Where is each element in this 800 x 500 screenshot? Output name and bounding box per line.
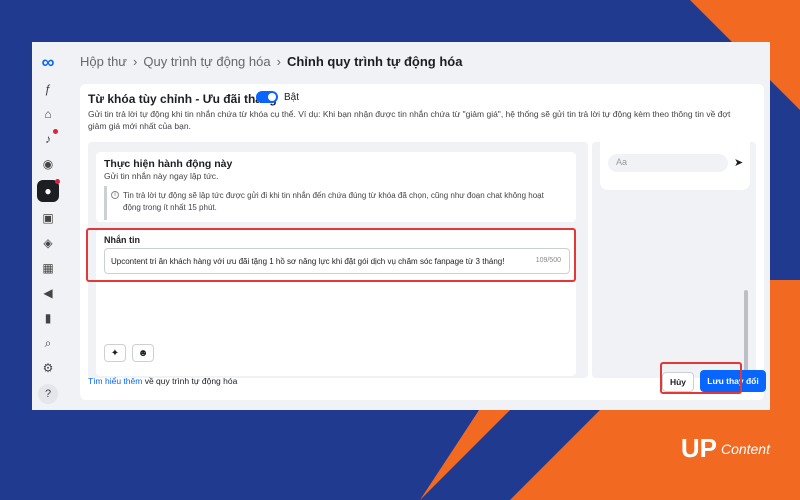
footer-learn-more: Tìm hiểu thêm về quy trình tự động hóa <box>88 376 237 386</box>
save-highlight-box <box>660 362 742 394</box>
chevron-right-icon: › <box>276 54 281 69</box>
toggle-label: Bật <box>284 92 300 103</box>
bell-icon[interactable]: ♪ <box>39 129 58 148</box>
megaphone-icon[interactable]: ◀ <box>39 284 57 302</box>
emoji-button[interactable]: ☻ <box>132 344 154 362</box>
breadcrumb-automation[interactable]: Quy trình tự động hóa <box>143 54 270 69</box>
breadcrumb-inbox[interactable]: Hộp thư <box>80 54 127 69</box>
send-icon[interactable]: ➤ <box>734 156 743 169</box>
pages-icon[interactable]: ▣ <box>39 209 57 227</box>
preview-composer: Aa ➤ <box>600 142 750 190</box>
action-subtitle: Gửi tin nhắn này ngay lập tức. <box>104 171 219 181</box>
preview-input[interactable]: Aa <box>608 154 728 172</box>
scrollbar[interactable] <box>744 290 748 372</box>
brand-text: Content <box>720 440 770 457</box>
brand-logo: UP Content <box>681 433 770 464</box>
page-title: Chỉnh quy trình tự động hóa <box>286 54 463 69</box>
notification-dot <box>53 129 58 134</box>
left-nav: ∞ ƒ ⌂ ♪ ◉ ● ▣ ◈ ▦ ◀ ▮ ⌕ ⚙ ? <box>32 42 64 410</box>
grid-icon[interactable]: ▦ <box>39 259 57 277</box>
info-box: i Tin trả lời tự động sẽ lập tức được gử… <box>104 186 566 220</box>
messenger-icon[interactable]: ● <box>37 179 60 202</box>
action-title: Thực hiện hành động này <box>104 158 233 170</box>
info-icon: i <box>111 191 119 199</box>
meta-logo-icon[interactable]: ∞ <box>42 52 55 73</box>
learn-more-link[interactable]: Tìm hiểu thêm <box>88 376 142 386</box>
sparkle-button[interactable]: ✦ <box>104 344 126 362</box>
help-icon[interactable]: ? <box>38 384 58 404</box>
message-preview: Aa ➤ <box>592 142 756 378</box>
settings-icon[interactable]: ⚙ <box>39 359 57 377</box>
action-card: Thực hiện hành động này Gửi tin nhắn này… <box>96 152 576 222</box>
notification-dot <box>55 179 60 184</box>
home-icon[interactable]: ⌂ <box>39 105 57 123</box>
brand-mark: UP <box>680 433 717 463</box>
search-icon[interactable]: ⌕ <box>39 334 57 352</box>
enable-toggle[interactable] <box>256 91 278 103</box>
keyword-title: Từ khóa tùy chỉnh - Ưu đãi tháng <box>88 92 277 106</box>
facebook-icon[interactable]: ƒ <box>39 80 57 98</box>
compass-icon[interactable]: ◉ <box>39 155 57 173</box>
info-text: Tin trả lời tự động sẽ lập tức được gửi … <box>123 191 544 212</box>
ads-icon[interactable]: ◈ <box>39 234 57 252</box>
insights-icon[interactable]: ▮ <box>39 309 57 327</box>
emoji-icon: ☻ <box>137 347 149 359</box>
app-window: ∞ ƒ ⌂ ♪ ◉ ● ▣ ◈ ▦ ◀ ▮ ⌕ ⚙ ? Hộp thư › Qu… <box>32 42 770 410</box>
chevron-right-icon: › <box>133 54 138 69</box>
learn-more-rest: về quy trình tự động hóa <box>142 376 238 386</box>
keyword-description: Gửi tin trả lời tự động khi tin nhắn chứ… <box>88 109 731 131</box>
breadcrumb: Hộp thư › Quy trình tự động hóa › Chỉnh … <box>80 54 462 69</box>
sparkle-icon: ✦ <box>110 347 120 359</box>
message-highlight-box <box>86 228 576 282</box>
